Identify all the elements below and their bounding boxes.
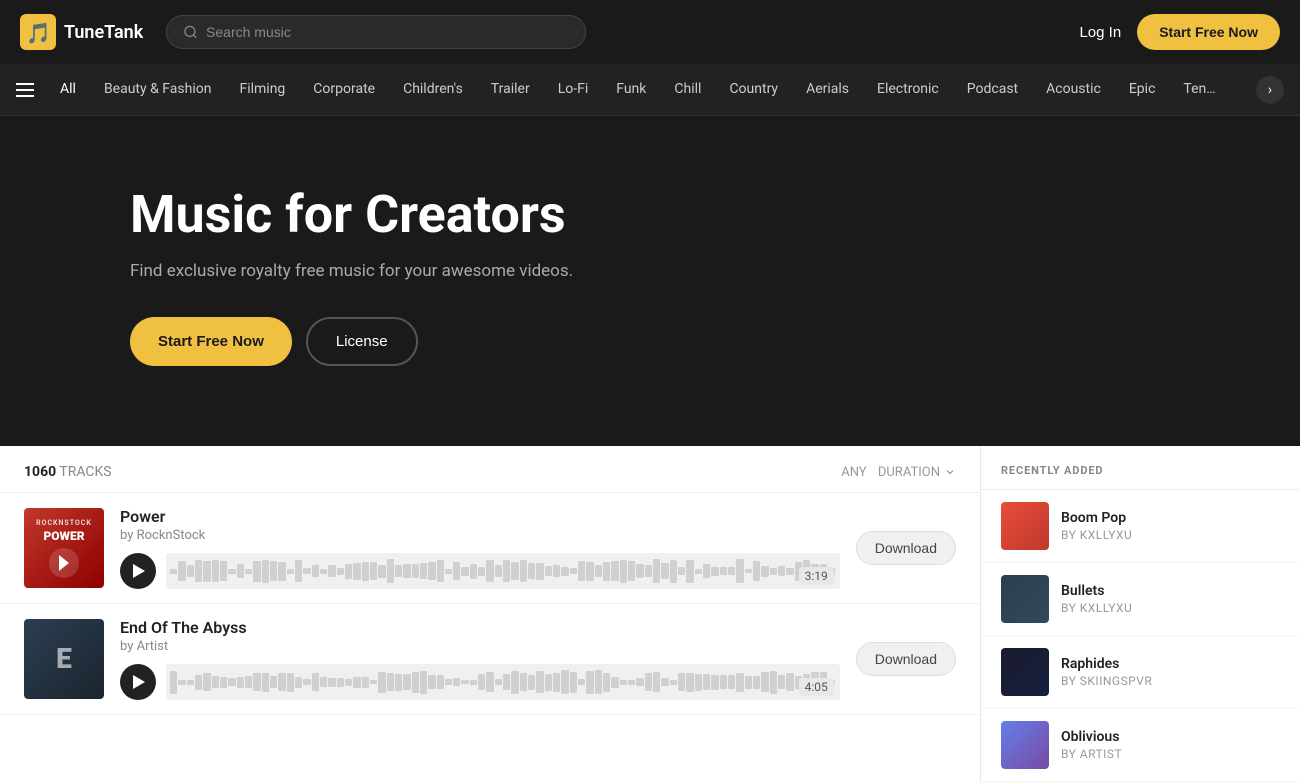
- start-free-button[interactable]: Start Free Now: [1137, 14, 1280, 50]
- category-item[interactable]: Electronic: [863, 64, 953, 116]
- hero-license-button[interactable]: License: [306, 317, 418, 366]
- sidebar-header: RECENTLY ADDED: [981, 446, 1300, 490]
- sidebar-track-thumbnail: [1001, 721, 1049, 769]
- tracks-header: 1060 TRACKS ANY DURATION: [0, 446, 980, 493]
- duration-any: ANY: [841, 465, 866, 480]
- hero-buttons: Start Free Now License: [130, 317, 1170, 366]
- logo-icon: 🎵: [20, 14, 56, 50]
- sidebar-track-title: Oblivious: [1061, 729, 1280, 745]
- nav-right: Log In Start Free Now: [1079, 14, 1280, 50]
- track-thumbnail: E: [24, 619, 104, 699]
- category-item[interactable]: Acoustic: [1032, 64, 1115, 116]
- hamburger-icon[interactable]: [16, 83, 34, 97]
- sidebar-track-artist: by KXLLYXU: [1061, 601, 1280, 615]
- download-button[interactable]: Download: [856, 642, 956, 676]
- sidebar-track-info: Oblivious by Artist: [1061, 729, 1280, 761]
- list-item[interactable]: Bullets by KXLLYXU: [981, 563, 1300, 636]
- category-item[interactable]: Funk: [602, 64, 660, 116]
- sidebar-track-thumbnail: [1001, 648, 1049, 696]
- category-item[interactable]: Lo-Fi: [544, 64, 603, 116]
- sidebar: RECENTLY ADDED Boom Pop by KXLLYXU Bulle…: [980, 446, 1300, 782]
- track-title: Power: [120, 507, 840, 526]
- table-row: ROCKNSTOCK POWER Power by RocknStock 3:1…: [0, 493, 980, 604]
- category-item[interactable]: Children's: [389, 64, 477, 116]
- track-title: End Of The Abyss: [120, 618, 840, 637]
- sidebar-track-info: Raphides by SKIINGSPVR: [1061, 656, 1280, 688]
- track-duration: 4:05: [799, 678, 834, 696]
- logo[interactable]: 🎵 TuneTank: [20, 14, 150, 50]
- category-item[interactable]: Chill: [660, 64, 715, 116]
- category-item[interactable]: Ten…: [1169, 64, 1229, 116]
- category-item[interactable]: Beauty & Fashion: [90, 64, 226, 116]
- search-input[interactable]: [206, 24, 569, 40]
- search-icon: [183, 24, 198, 40]
- navbar: 🎵 TuneTank Log In Start Free Now: [0, 0, 1300, 64]
- category-item[interactable]: Aerials: [792, 64, 863, 116]
- list-item[interactable]: Oblivious by Artist: [981, 709, 1300, 782]
- logo-text: TuneTank: [64, 22, 143, 43]
- download-button[interactable]: Download: [856, 531, 956, 565]
- login-button[interactable]: Log In: [1079, 24, 1121, 41]
- sidebar-track-info: Bullets by KXLLYXU: [1061, 583, 1280, 615]
- hero-start-free-button[interactable]: Start Free Now: [130, 317, 292, 366]
- category-item[interactable]: Epic: [1115, 64, 1170, 116]
- category-item[interactable]: Filming: [225, 64, 299, 116]
- sidebar-track-thumbnail: [1001, 575, 1049, 623]
- waveform[interactable]: 3:19: [166, 553, 840, 589]
- category-item[interactable]: Country: [715, 64, 792, 116]
- svg-text:🎵: 🎵: [26, 21, 51, 45]
- track-controls: 3:19: [120, 553, 840, 589]
- table-row: E End Of The Abyss by Artist 4:05 Downlo…: [0, 604, 980, 715]
- play-button[interactable]: [120, 664, 156, 700]
- category-nav: AllBeauty & FashionFilmingCorporateChild…: [0, 64, 1300, 116]
- search-bar[interactable]: [166, 15, 586, 49]
- category-item[interactable]: All: [46, 64, 90, 116]
- duration-text: DURATION: [878, 465, 940, 480]
- sidebar-track-title: Bullets: [1061, 583, 1280, 599]
- sidebar-track-artist: by KXLLYXU: [1061, 528, 1280, 542]
- play-button[interactable]: [120, 553, 156, 589]
- hero-title: Music for Creators: [130, 186, 1170, 243]
- sidebar-track-artist: by Artist: [1061, 747, 1280, 761]
- tracks-number: 1060: [24, 464, 56, 480]
- track-artist: by Artist: [120, 639, 840, 654]
- sidebar-track-info: Boom Pop by KXLLYXU: [1061, 510, 1280, 542]
- duration-filter[interactable]: ANY DURATION: [841, 465, 956, 480]
- waveform[interactable]: 4:05: [166, 664, 840, 700]
- sidebar-track-thumbnail: [1001, 502, 1049, 550]
- category-next-button[interactable]: ›: [1256, 76, 1284, 104]
- track-controls: 4:05: [120, 664, 840, 700]
- sidebar-track-title: Raphides: [1061, 656, 1280, 672]
- content-area: 1060 TRACKS ANY DURATION ROCKNSTOCK POWE…: [0, 446, 1300, 782]
- track-info: Power by RocknStock 3:19: [120, 507, 840, 589]
- track-duration: 3:19: [799, 567, 834, 585]
- hero-section: Music for Creators Find exclusive royalt…: [0, 116, 1300, 446]
- tracks-count: 1060 TRACKS: [24, 464, 112, 480]
- tracks-panel: 1060 TRACKS ANY DURATION ROCKNSTOCK POWE…: [0, 446, 980, 782]
- track-info: End Of The Abyss by Artist 4:05: [120, 618, 840, 700]
- track-artist: by RocknStock: [120, 528, 840, 543]
- track-thumbnail: ROCKNSTOCK POWER: [24, 508, 104, 588]
- category-item[interactable]: Corporate: [299, 64, 389, 116]
- chevron-down-icon: [944, 466, 956, 478]
- category-item[interactable]: Trailer: [477, 64, 544, 116]
- sidebar-track-title: Boom Pop: [1061, 510, 1280, 526]
- list-item[interactable]: Boom Pop by KXLLYXU: [981, 490, 1300, 563]
- sidebar-track-artist: by SKIINGSPVR: [1061, 674, 1280, 688]
- tracks-label: TRACKS: [59, 464, 111, 480]
- category-item[interactable]: Podcast: [953, 64, 1032, 116]
- hero-subtitle: Find exclusive royalty free music for yo…: [130, 261, 1170, 281]
